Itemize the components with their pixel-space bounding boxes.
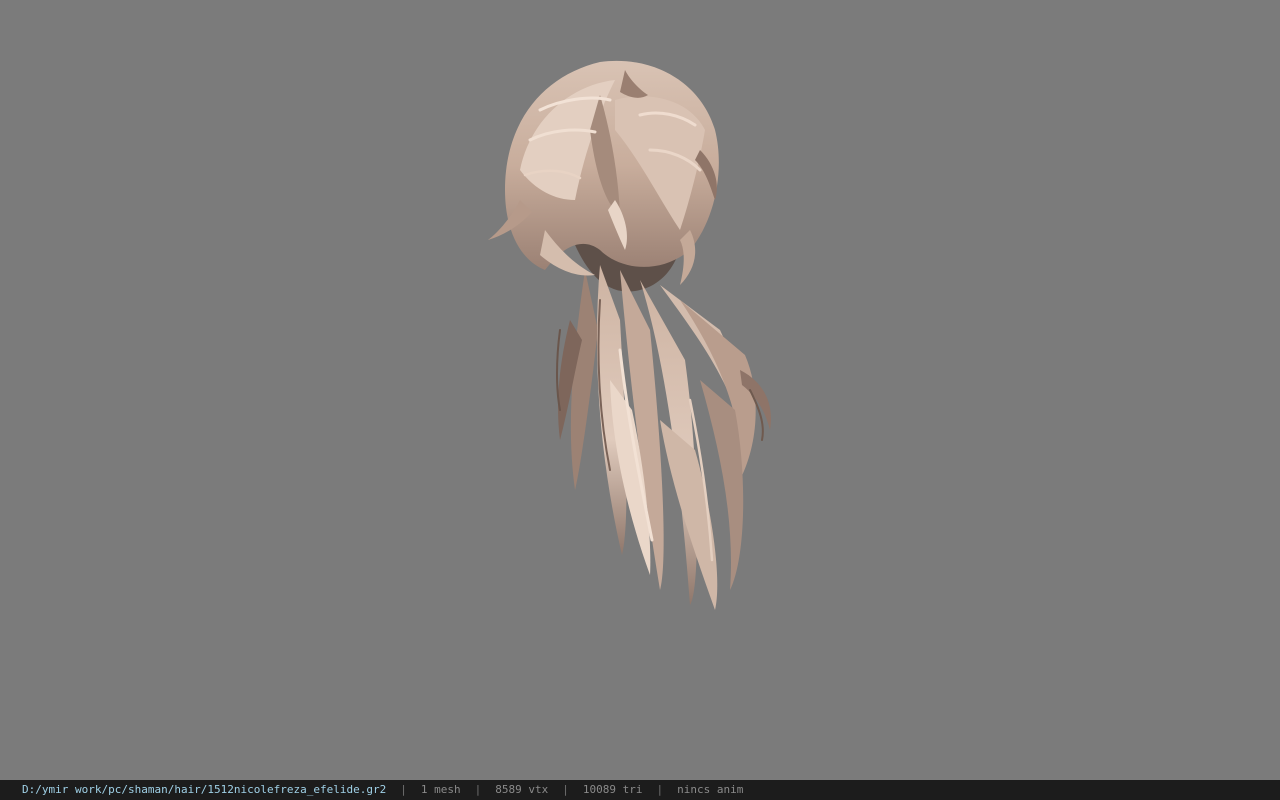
status-separator: | — [400, 783, 407, 796]
3d-viewport[interactable] — [0, 0, 1280, 780]
animation-status: nincs anim — [677, 783, 744, 796]
hair-model-render — [488, 60, 771, 610]
triangle-count: 10089 tri — [582, 783, 643, 796]
hair-tail-strands — [558, 265, 771, 610]
status-bar: D:/ymir work/pc/shaman/hair/1512nicolefr… — [0, 780, 1280, 800]
status-separator: | — [562, 783, 569, 796]
status-separator: | — [656, 783, 664, 796]
vertex-count: 8589 vtx — [495, 783, 549, 796]
hair-top-volume — [488, 60, 719, 285]
status-separator: | — [474, 783, 482, 796]
file-path: D:/ymir work/pc/shaman/hair/1512nicolefr… — [22, 783, 387, 796]
mesh-count: 1 mesh — [420, 783, 461, 796]
